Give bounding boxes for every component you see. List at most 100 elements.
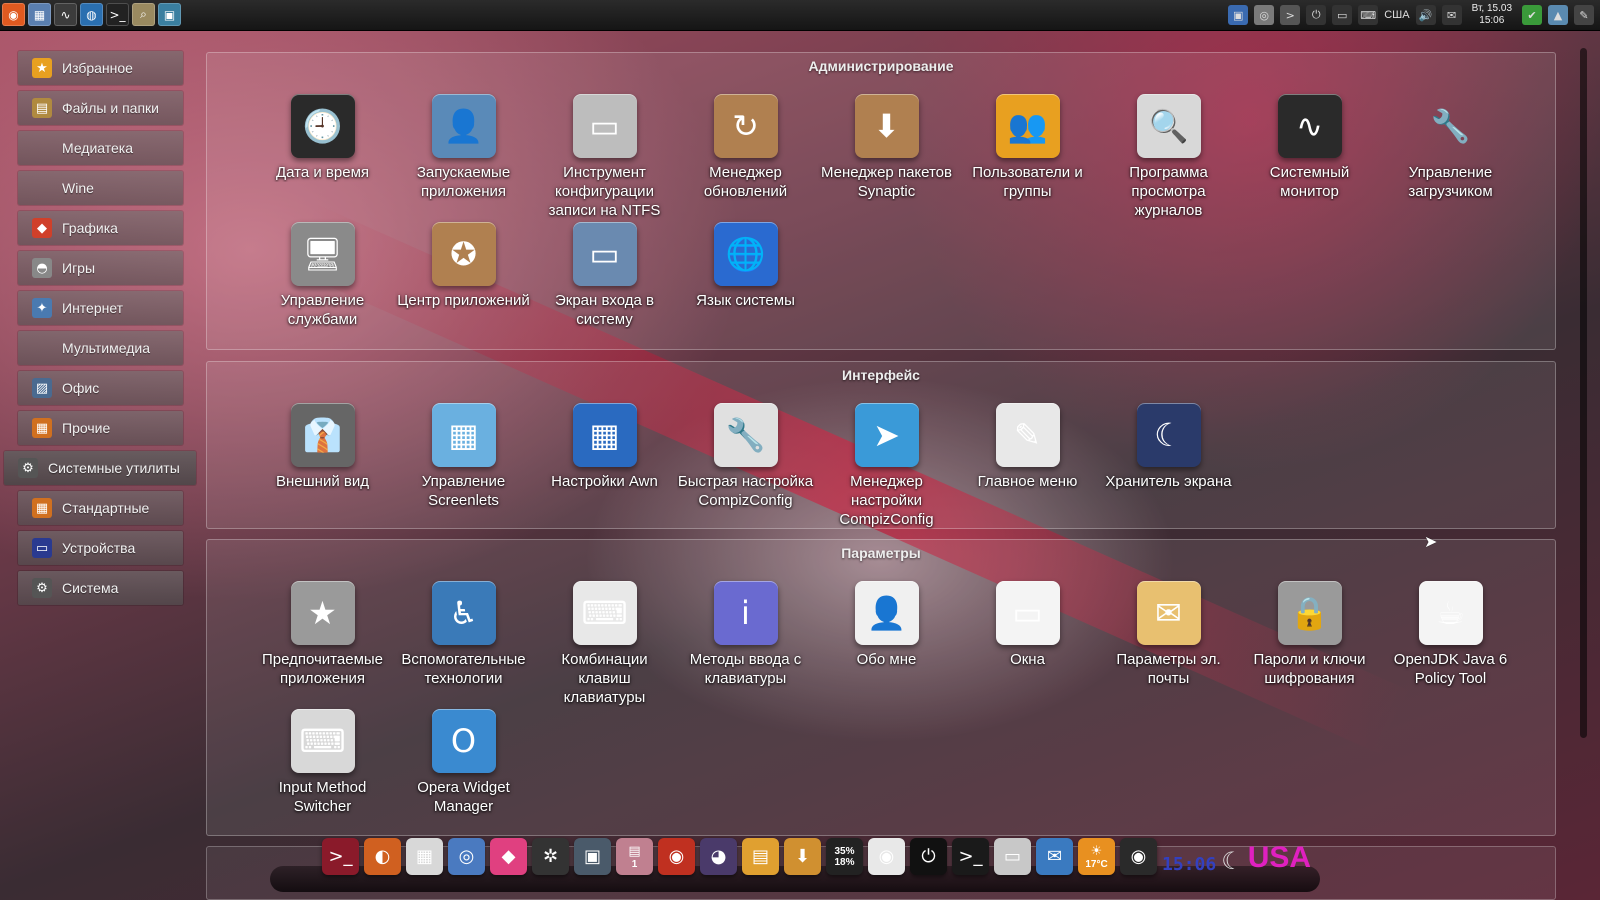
app-launcher[interactable]: 👤 Обо мне [816,581,957,709]
sidebar-category[interactable]: ▦ Стандартные [18,491,183,525]
app-launcher[interactable]: O Opera Widget Manager [393,709,534,837]
app-launcher[interactable]: ✎ Главное меню [957,403,1098,531]
terminal-dock-icon[interactable]: >_ [322,838,359,875]
app-launcher[interactable]: i Методы ввода с клавиатуры [675,581,816,709]
photo-icon[interactable]: ▲ [1548,5,1568,25]
moon-icon[interactable]: ☾ [1221,847,1243,875]
calculator-dock-icon[interactable]: ▦ [406,838,443,875]
users-groups-icon: 👥 [995,94,1060,158]
category-label: Избранное [62,60,133,76]
sidebar-category[interactable]: ▭ Устройства [18,531,183,565]
dock-keyboard-indicator[interactable]: USA [1248,841,1311,875]
app-launcher[interactable]: ➤ Менеджер настройки CompizConfig [816,403,957,531]
terminal-icon[interactable]: >_ [106,3,129,26]
sidebar-category[interactable]: ⚙ Система [18,571,183,605]
terminal2-dock-icon[interactable]: >_ [952,838,989,875]
cd-dock-icon[interactable]: ◉ [868,838,905,875]
app-launcher[interactable]: 👔 Внешний вид [252,403,393,531]
trash-dock-icon[interactable]: ▭ [994,838,1031,875]
mail-icon[interactable]: ✉ [1441,5,1462,25]
app-launcher[interactable]: 🔍 Программа просмотра журналов [1098,94,1239,222]
camera-icon[interactable]: ◎ [1254,5,1275,25]
system-monitor-icon[interactable]: ∿ [54,3,77,26]
workspace-dock-icon[interactable]: ▤ 1 [616,838,653,875]
ubuntu-dock-icon[interactable]: ◉ [658,838,695,875]
section-title: Интерфейс [842,367,920,383]
shield-icon[interactable]: ✔ [1522,5,1542,25]
app-launcher[interactable]: ▭ Окна [957,581,1098,709]
app-launcher[interactable]: ⌨ Комбинации клавиш клавиатуры [534,581,675,709]
speaker-dock-icon[interactable]: ◉ [1120,838,1157,875]
app-launcher[interactable]: 👤 Запускаемые приложения [393,94,534,222]
app-launcher[interactable]: ▦ Управление Screenlets [393,403,534,531]
settings-dock-icon[interactable]: ✲ [532,838,569,875]
pen-icon[interactable]: ✎ [1574,5,1594,25]
sidebar-category[interactable]: ▤ Файлы и папки [18,91,183,125]
graphics-icon: ◆ [32,218,52,238]
app-launcher[interactable]: ♿ Вспомогательные технологии [393,581,534,709]
sidebar-category[interactable]: ⚙ Системные утилиты [4,451,196,485]
app-launcher[interactable]: ★ Предпочитаемые приложения [252,581,393,709]
sidebar-category[interactable]: ★ Избранное [18,51,183,85]
mail-dock-icon[interactable]: ✉ [1036,838,1073,875]
windows-icon: ▭ [995,581,1060,645]
app-icon[interactable]: ▣ [158,3,181,26]
app-launcher[interactable]: 🕘 Дата и время [252,94,393,222]
display-icon[interactable]: ▣ [1228,5,1249,25]
browser-icon[interactable]: ◍ [80,3,103,26]
sidebar-category[interactable]: Мультимедиа [18,331,183,365]
sidebar-category[interactable]: Wine [18,171,183,205]
ubuntu-logo-icon[interactable]: ◉ [2,3,25,26]
section-interface: Интерфейс 👔 Внешний вид ▦ Управление Screen… [206,361,1556,529]
keyboard-icon[interactable]: ⌨ [1358,5,1379,25]
sidebar-category[interactable]: ▨ Офис [18,371,183,405]
app-label: Предпочитаемые приложения [261,651,384,687]
app-launcher[interactable]: ⌨ Input Method Switcher [252,709,393,837]
color-dock-icon[interactable]: ◆ [490,838,527,875]
app-launcher[interactable]: ☾ Хранитель экрана [1098,403,1239,531]
app-launcher[interactable]: ↻ Менеджер обновлений [675,94,816,222]
empty-icon-slot [32,138,52,158]
app-launcher[interactable]: ☕ OpenJDK Java 6 Policy Tool [1380,581,1521,709]
app-launcher[interactable]: ▭ Экран входа в систему [534,222,675,350]
network-icon[interactable]: ▭ [1332,5,1353,25]
power-icon[interactable]: ⏻ [1306,5,1327,25]
app-launcher[interactable]: 🌐 Язык системы [675,222,816,350]
app-launcher[interactable]: ✪ Центр приложений [393,222,534,350]
file-search-icon[interactable]: ⌕ [132,3,155,26]
app-launcher[interactable]: 🔒 Пароли и ключи шифрования [1239,581,1380,709]
other-icon: ▦ [32,418,52,438]
power-dock-icon[interactable]: ⏻ [910,838,947,875]
weather-dock-icon[interactable]: ☀ 17°C [1078,838,1115,875]
pidgin-dock-icon[interactable]: ◕ [700,838,737,875]
app-launcher[interactable]: 🖥 Управление службами [252,222,393,350]
sidebar-category[interactable]: Медиатека [18,131,183,165]
dock-clock[interactable]: 15:06 [1162,854,1216,875]
clock[interactable]: Вт, 15.03 15:06 [1472,3,1512,27]
people-dock-icon[interactable]: ◎ [448,838,485,875]
cpu-meter-dock-icon[interactable]: 35% 18% [826,838,863,875]
sidebar-category[interactable]: ◆ Графика [18,211,183,245]
keyboard-layout-indicator[interactable]: США [1384,9,1409,21]
app-launcher[interactable]: 👥 Пользователи и группы [957,94,1098,222]
firefox-dock-icon[interactable]: ◐ [364,838,401,875]
input-method-switcher-icon: ⌨ [290,709,355,773]
app-launcher[interactable]: ▭ Инструмент конфигурации записи на NTFS [534,94,675,222]
download-dock-icon[interactable]: ⬇ [784,838,821,875]
app-launcher[interactable]: ⬇ Менеджер пакетов Synaptic [816,94,957,222]
terminal-small-icon[interactable]: > [1280,5,1301,25]
app-launcher[interactable]: ✉ Параметры эл. почты [1098,581,1239,709]
notes-dock-icon[interactable]: ▤ [742,838,779,875]
app-launcher[interactable]: ∿ Системный монитор [1239,94,1380,222]
window-dock-icon[interactable]: ▣ [574,838,611,875]
app-launcher[interactable]: ▦ Настройки Awn [534,403,675,531]
volume-icon[interactable]: 🔊 [1415,5,1436,25]
app-label: Внешний вид [276,473,369,490]
app-launcher[interactable]: 🔧 Быстрая настройка CompizConfig [675,403,816,531]
desktop-icon[interactable]: ▦ [28,3,51,26]
sidebar-category[interactable]: ✦ Интернет [18,291,183,325]
app-launcher[interactable]: 🔧 Управление загрузчиком [1380,94,1521,222]
sidebar-category[interactable]: ◓ Игры [18,251,183,285]
scrollbar[interactable] [1580,48,1587,738]
sidebar-category[interactable]: ▦ Прочие [18,411,183,445]
